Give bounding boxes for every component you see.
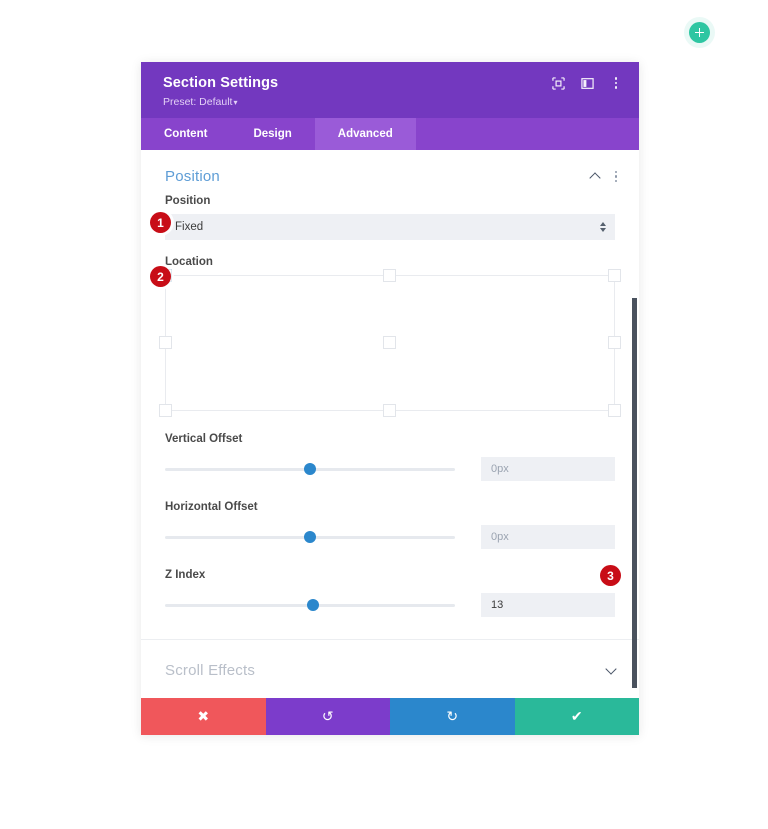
kebab-menu-icon[interactable] bbox=[614, 170, 617, 183]
tab-design[interactable]: Design bbox=[230, 118, 314, 150]
save-button[interactable]: ✔ bbox=[514, 698, 639, 735]
section-settings-modal: Section Settings Preset: Default▾ Conten… bbox=[141, 62, 639, 735]
location-handle-center[interactable] bbox=[383, 336, 396, 349]
expand-icon[interactable] bbox=[551, 76, 565, 90]
vertical-offset-label: Vertical Offset bbox=[165, 433, 243, 445]
slider-thumb[interactable] bbox=[304, 531, 316, 543]
z-index-label: Z Index bbox=[165, 569, 206, 581]
modal-footer: ✖ ↺ ↻ ✔ bbox=[141, 698, 639, 735]
vertical-offset-field: Vertical Offset 0px bbox=[141, 433, 639, 481]
layout-panel-icon[interactable] bbox=[580, 76, 594, 90]
z-index-slider[interactable] bbox=[165, 598, 455, 612]
z-index-field: Z Index 13 bbox=[141, 569, 639, 617]
position-field-label: Position bbox=[165, 195, 211, 207]
position-section-title: Position bbox=[165, 168, 220, 185]
undo-button[interactable]: ↺ bbox=[265, 698, 390, 735]
location-handle-bottom-right[interactable] bbox=[608, 404, 621, 417]
slider-thumb[interactable] bbox=[304, 463, 316, 475]
vertical-offset-input[interactable]: 0px bbox=[481, 457, 615, 481]
annotation-badge-3: 3 bbox=[600, 565, 621, 586]
horizontal-offset-slider[interactable] bbox=[165, 530, 455, 544]
add-section-button[interactable] bbox=[689, 22, 710, 43]
annotation-badge-2: 2 bbox=[150, 266, 171, 287]
location-field: Location bbox=[141, 256, 639, 268]
location-handle-bottom-left[interactable] bbox=[159, 404, 172, 417]
cancel-button[interactable]: ✖ bbox=[141, 698, 266, 735]
scroll-effects-section-header[interactable]: Scroll Effects bbox=[141, 640, 639, 698]
tab-bar: Content Design Advanced bbox=[141, 118, 639, 150]
location-grid-wrap bbox=[141, 269, 639, 417]
location-grid[interactable] bbox=[159, 269, 621, 417]
slider-thumb[interactable] bbox=[306, 599, 319, 611]
preset-label: Preset: Default bbox=[163, 96, 233, 109]
chevron-down-icon: ▾ bbox=[233, 98, 238, 108]
redo-button[interactable]: ↻ bbox=[390, 698, 515, 735]
chevron-down-icon[interactable] bbox=[606, 667, 617, 674]
annotation-badge-1: 1 bbox=[150, 212, 171, 233]
position-section-header[interactable]: Position bbox=[141, 150, 639, 195]
position-select[interactable]: Fixed bbox=[165, 214, 615, 240]
horizontal-offset-input[interactable]: 0px bbox=[481, 525, 615, 549]
location-handle-top-center[interactable] bbox=[383, 269, 396, 282]
panel-scrollbar[interactable] bbox=[632, 298, 637, 688]
modal-header: Section Settings Preset: Default▾ bbox=[141, 62, 639, 118]
horizontal-offset-label: Horizontal Offset bbox=[165, 501, 258, 513]
kebab-menu-icon[interactable] bbox=[609, 76, 623, 90]
location-field-label: Location bbox=[165, 256, 213, 268]
position-field: Position Fixed bbox=[141, 195, 639, 240]
location-handle-top-right[interactable] bbox=[608, 269, 621, 282]
preset-selector[interactable]: Preset: Default▾ bbox=[163, 96, 621, 108]
z-index-input[interactable]: 13 bbox=[481, 593, 615, 617]
modal-body: Position Position Fixed Location Vertica… bbox=[141, 150, 639, 698]
location-handle-bottom-center[interactable] bbox=[383, 404, 396, 417]
header-icon-group bbox=[551, 76, 623, 90]
scroll-effects-title: Scroll Effects bbox=[165, 662, 256, 679]
location-handle-middle-left[interactable] bbox=[159, 336, 172, 349]
horizontal-offset-field: Horizontal Offset 0px bbox=[141, 501, 639, 549]
select-arrows-icon bbox=[600, 222, 606, 232]
plus-icon bbox=[695, 28, 704, 37]
tab-advanced[interactable]: Advanced bbox=[314, 118, 416, 150]
vertical-offset-slider[interactable] bbox=[165, 462, 455, 476]
position-select-value: Fixed bbox=[175, 221, 204, 233]
location-handle-middle-right[interactable] bbox=[608, 336, 621, 349]
chevron-up-icon[interactable] bbox=[590, 173, 601, 180]
tab-content[interactable]: Content bbox=[141, 118, 230, 150]
